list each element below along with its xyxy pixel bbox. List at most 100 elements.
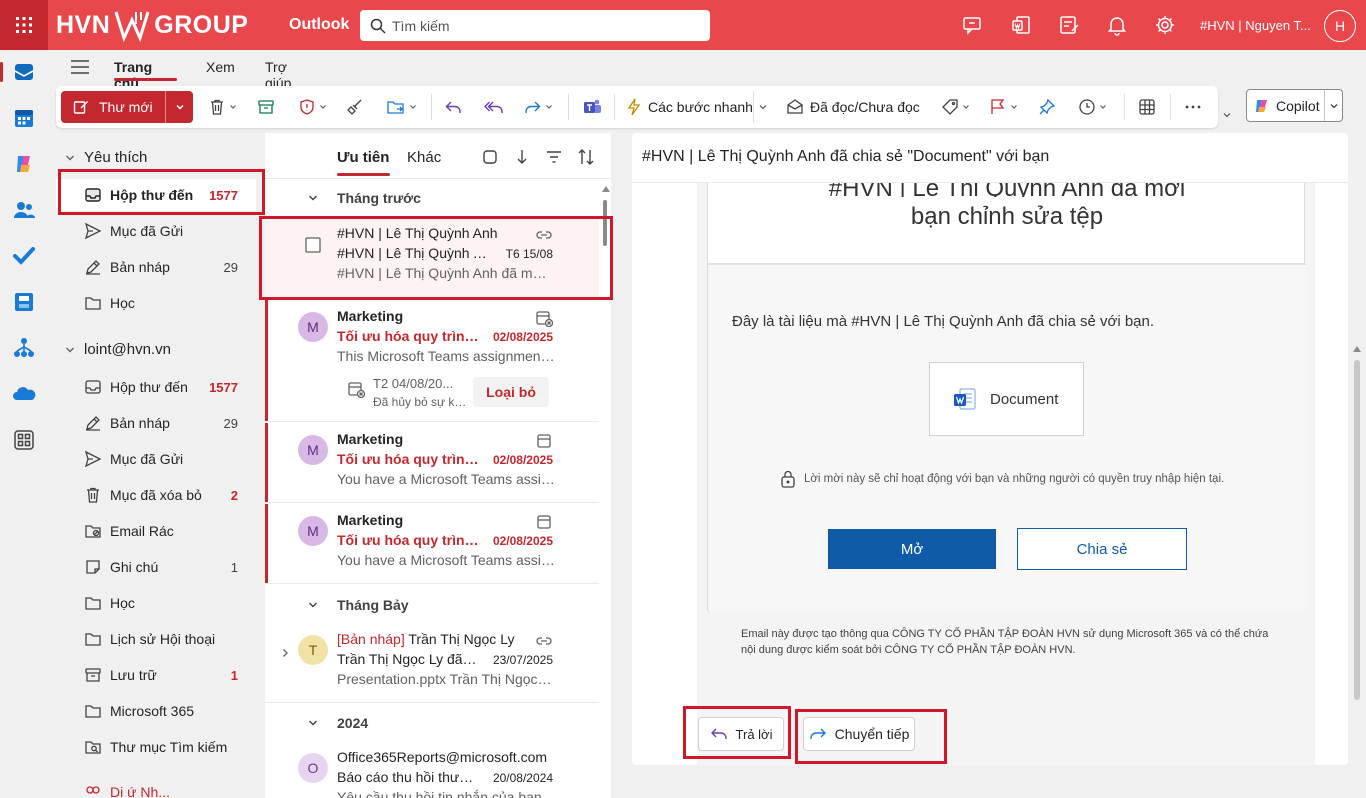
teams-button[interactable] — [582, 96, 602, 118]
folder-label: Ghi chú — [110, 559, 159, 575]
sweep-button[interactable] — [346, 96, 364, 118]
folder-item-partial[interactable]: Dị ứ Nh... — [56, 774, 256, 798]
new-mail-button[interactable]: Thư mới — [61, 91, 193, 123]
folder-item-hoc[interactable]: Học — [56, 587, 256, 619]
scroll-up-icon[interactable] — [1353, 346, 1361, 352]
move-to-button[interactable] — [386, 96, 417, 118]
copilot-main[interactable]: Copilot — [1247, 97, 1324, 115]
open-button[interactable]: Mở — [828, 529, 996, 569]
chevron-right-icon[interactable] — [279, 647, 291, 659]
reply-button[interactable]: Trả lời — [698, 717, 784, 751]
bell-icon[interactable] — [1106, 14, 1128, 36]
hamburger-icon[interactable] — [70, 59, 90, 75]
jump-to-icon[interactable] — [513, 148, 531, 166]
meet-now-icon[interactable] — [962, 14, 984, 36]
new-mail-dropdown[interactable] — [165, 91, 193, 123]
people-icon[interactable] — [12, 198, 36, 222]
copilot-button[interactable]: Copilot — [1246, 89, 1343, 122]
delete-button[interactable] — [208, 96, 237, 118]
folder-item-notes[interactable]: Ghi chú 1 — [56, 551, 256, 583]
more-apps-icon[interactable] — [12, 428, 36, 452]
message-list-scrollbar[interactable] — [603, 200, 607, 246]
folder-item-search-folders[interactable]: Thư mục Tìm kiếm — [56, 731, 256, 763]
forward-button[interactable]: Chuyển tiếp — [803, 717, 915, 751]
search-box[interactable] — [360, 10, 710, 41]
read-unread-button[interactable]: Đã đọc/Chưa đọc — [786, 96, 920, 118]
group-header-2024[interactable]: 2024 — [265, 705, 599, 741]
flag-button[interactable] — [989, 96, 1018, 118]
share-button[interactable]: Chia sẻ — [1017, 528, 1187, 570]
scroll-up-icon[interactable] — [602, 186, 610, 192]
quick-steps-dropdown[interactable] — [753, 91, 768, 123]
gear-icon[interactable] — [1154, 14, 1176, 36]
folder-item-deleted[interactable]: Mục đã xóa bỏ 2 — [56, 479, 256, 511]
my-day-icon[interactable] — [1058, 14, 1080, 36]
forward-ribbon-button[interactable] — [524, 96, 553, 118]
pin-button[interactable] — [1038, 96, 1056, 118]
teams-icon — [584, 99, 601, 113]
folder-item-sent[interactable]: Mục đã Gửi — [56, 443, 256, 475]
select-icon[interactable] — [481, 148, 499, 166]
app-name[interactable]: Outlook — [289, 16, 349, 34]
folder-item-inbox[interactable]: Hộp thư đến 1577 — [56, 371, 256, 403]
group-header-last-month[interactable]: Tháng trước — [265, 180, 599, 216]
search-input[interactable] — [392, 17, 692, 34]
sort-icon[interactable] — [577, 148, 595, 166]
user-name[interactable]: #HVN | Nguyen T... — [1200, 18, 1311, 33]
message-item[interactable]: O Office365Reports@microsoft.com Báo cáo… — [265, 741, 599, 798]
folder-item-drafts-fav[interactable]: Bản nháp 29 — [56, 251, 256, 283]
org-chart-icon[interactable] — [12, 336, 36, 360]
apps-button[interactable] — [1138, 96, 1156, 118]
new-mail-main[interactable]: Thư mới — [61, 91, 165, 123]
message-item[interactable]: T [Bản nháp] Trần Thị Ngọc Ly Trần Thị N… — [265, 623, 599, 703]
filter-icon[interactable] — [545, 148, 563, 166]
share-card: #HVN | Lê Thị Quỳnh Anh đã mời bạn chỉnh… — [707, 183, 1306, 613]
message-item-selected[interactable]: #HVN | Lê Thị Quỳnh Anh #HVN | Lê Thị Qu… — [265, 217, 599, 299]
archive-button[interactable] — [257, 96, 275, 118]
folder-item-archive[interactable]: Lưu trữ 1 — [56, 659, 256, 691]
quick-steps-button[interactable]: Các bước nhanh — [626, 96, 753, 118]
copilot-rail-icon[interactable] — [12, 152, 36, 176]
chevron-down-icon — [410, 105, 416, 109]
folder-pane: Yêu thích Hộp thư đến 1577 Mục đã Gửi Bả… — [56, 138, 264, 798]
folder-item-conversation-history[interactable]: Lịch sử Hội thoại — [56, 623, 256, 655]
message-item[interactable]: M Marketing Tối ưu hóa quy trình làm việ… — [265, 423, 599, 503]
calendar-icon[interactable] — [12, 106, 36, 130]
reading-pane-scrollbar[interactable] — [1354, 360, 1360, 700]
snooze-button[interactable] — [1078, 96, 1107, 118]
mail-icon[interactable] — [12, 60, 36, 84]
lightning-icon — [627, 98, 641, 116]
account-header[interactable]: loint@hvn.vn — [64, 341, 171, 358]
reply-all-button[interactable] — [484, 96, 504, 118]
more-options-button[interactable] — [1184, 96, 1202, 118]
tab-view[interactable]: Xem — [206, 59, 235, 75]
onedrive-icon[interactable] — [12, 382, 36, 406]
message-preview: Presentation.pptx Trần Thị Ngọc Ly — [337, 671, 555, 687]
folder-label: Bản nháp — [110, 415, 170, 431]
message-item[interactable]: M Marketing Tối ưu hóa quy trình làm việ… — [265, 504, 599, 584]
folder-item-junk[interactable]: Email Rác — [56, 515, 256, 547]
ribbon-expand-icon[interactable] — [1222, 110, 1232, 120]
copilot-dropdown[interactable] — [1324, 90, 1342, 121]
word-icon[interactable] — [1010, 14, 1032, 36]
reply-ribbon-button[interactable] — [444, 96, 462, 118]
group-header-july[interactable]: Tháng Bảy — [265, 587, 599, 623]
folder-item-inbox-fav[interactable]: Hộp thư đến 1577 — [56, 179, 256, 211]
todo-icon[interactable] — [12, 244, 36, 268]
favorites-header[interactable]: Yêu thích — [64, 149, 147, 166]
dismiss-button[interactable]: Loại bỏ — [473, 377, 549, 407]
categorize-button[interactable] — [941, 96, 970, 118]
tab-focused[interactable]: Ưu tiên — [337, 149, 389, 166]
report-button[interactable] — [298, 96, 327, 118]
tab-other[interactable]: Khác — [407, 149, 441, 166]
forms-icon[interactable] — [12, 290, 36, 314]
folder-item-drafts[interactable]: Bản nháp 29 — [56, 407, 256, 439]
folder-item-microsoft-365[interactable]: Microsoft 365 — [56, 695, 256, 727]
app-launcher-button[interactable] — [0, 0, 48, 50]
folder-item-hoc-fav[interactable]: Học — [56, 287, 256, 319]
user-avatar[interactable]: H — [1324, 10, 1356, 42]
message-item[interactable]: M Marketing Tối ưu hóa quy trình làm việ… — [265, 300, 599, 422]
folder-item-sent-fav[interactable]: Mục đã Gửi — [56, 215, 256, 247]
document-tile[interactable]: Document — [929, 362, 1084, 436]
checkbox-icon[interactable] — [305, 237, 321, 253]
